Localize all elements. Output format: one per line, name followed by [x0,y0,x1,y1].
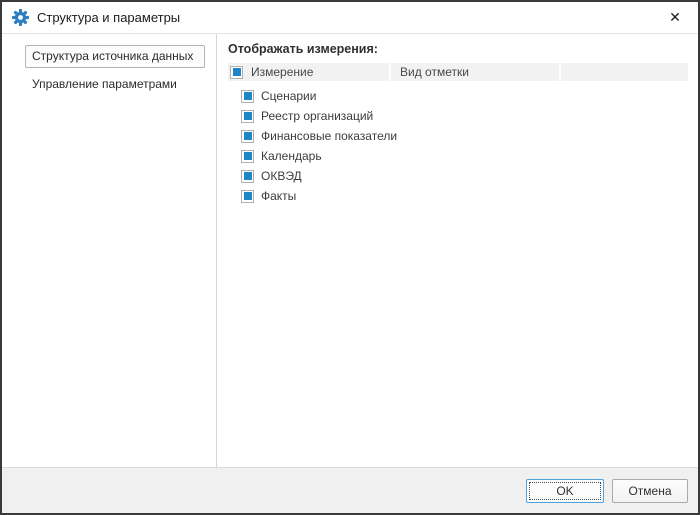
checkbox-checked-icon [244,152,252,160]
column-header-label: Вид отметки [400,65,469,79]
checkbox-checked-icon [244,172,252,180]
column-header-extra [561,63,688,81]
dimensions-heading: Отображать измерения: [228,42,688,56]
column-header-dimension[interactable]: Измерение [228,63,389,81]
table-row[interactable]: Реестр организаций [228,106,688,126]
dialog-body: Структура источника данных Управление па… [2,34,698,467]
checkbox-checked-icon [244,132,252,140]
table-row[interactable]: Календарь [228,146,688,166]
ok-button-label: OK [556,484,573,498]
column-header-label: Измерение [251,65,313,79]
row-checkbox[interactable] [241,110,254,123]
cancel-button[interactable]: Отмена [612,479,688,503]
sidebar-item-label: Структура источника данных [32,49,193,63]
window-title: Структура и параметры [37,10,658,25]
table-row[interactable]: ОКВЭД [228,166,688,186]
table-header: Измерение Вид отметки [228,63,688,81]
main-panel: Отображать измерения: Измерение Вид отме… [217,34,698,467]
select-all-checkbox[interactable] [230,66,243,79]
dialog-footer: OK Отмена [2,467,698,513]
checkbox-checked-icon [244,92,252,100]
row-label: ОКВЭД [261,169,302,183]
sidebar-item-data-source-structure[interactable]: Структура источника данных [25,45,205,68]
row-checkbox[interactable] [241,130,254,143]
row-label: Календарь [261,149,322,163]
ok-button[interactable]: OK [526,479,604,503]
row-label: Факты [261,189,296,203]
sidebar-item-label: Управление параметрами [32,77,177,91]
sidebar: Структура источника данных Управление па… [2,34,217,467]
checkbox-checked-icon [233,68,241,76]
row-checkbox[interactable] [241,170,254,183]
checkbox-checked-icon [244,192,252,200]
row-checkbox[interactable] [241,150,254,163]
gear-icon [12,9,29,26]
table-row[interactable]: Сценарии [228,86,688,106]
close-icon: ✕ [669,9,681,26]
row-checkbox[interactable] [241,90,254,103]
dialog-window: Структура и параметры ✕ Структура источн… [0,0,700,515]
table-row[interactable]: Факты [228,186,688,206]
close-button[interactable]: ✕ [658,4,692,32]
row-checkbox[interactable] [241,190,254,203]
row-label: Финансовые показатели [261,129,397,143]
checkbox-checked-icon [244,112,252,120]
cancel-button-label: Отмена [628,484,671,498]
titlebar: Структура и параметры ✕ [2,2,698,34]
column-header-mark-type[interactable]: Вид отметки [391,63,559,81]
dimension-list: Сценарии Реестр организаций Финансовые п… [228,81,688,206]
row-label: Сценарии [261,89,316,103]
sidebar-item-parameter-management[interactable]: Управление параметрами [32,77,216,91]
table-row[interactable]: Финансовые показатели [228,126,688,146]
row-label: Реестр организаций [261,109,373,123]
